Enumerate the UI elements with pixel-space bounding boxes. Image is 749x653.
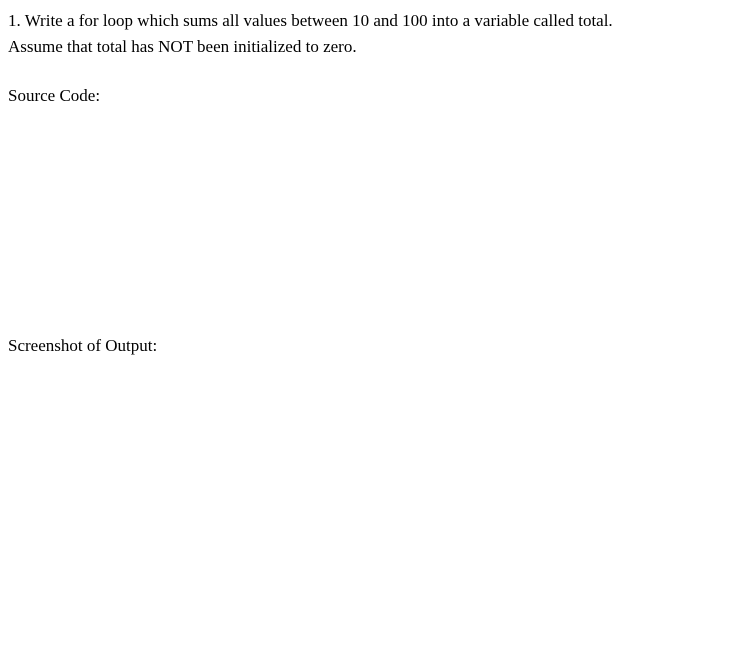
question-line-2: Assume that total has NOT been initializ… [8,34,741,60]
source-code-label: Source Code: [8,83,741,109]
output-area [8,358,741,558]
output-label: Screenshot of Output: [8,333,741,359]
question-block: 1. Write a for loop which sums all value… [8,8,741,59]
source-code-area [8,109,741,309]
question-line-1: 1. Write a for loop which sums all value… [8,8,741,34]
